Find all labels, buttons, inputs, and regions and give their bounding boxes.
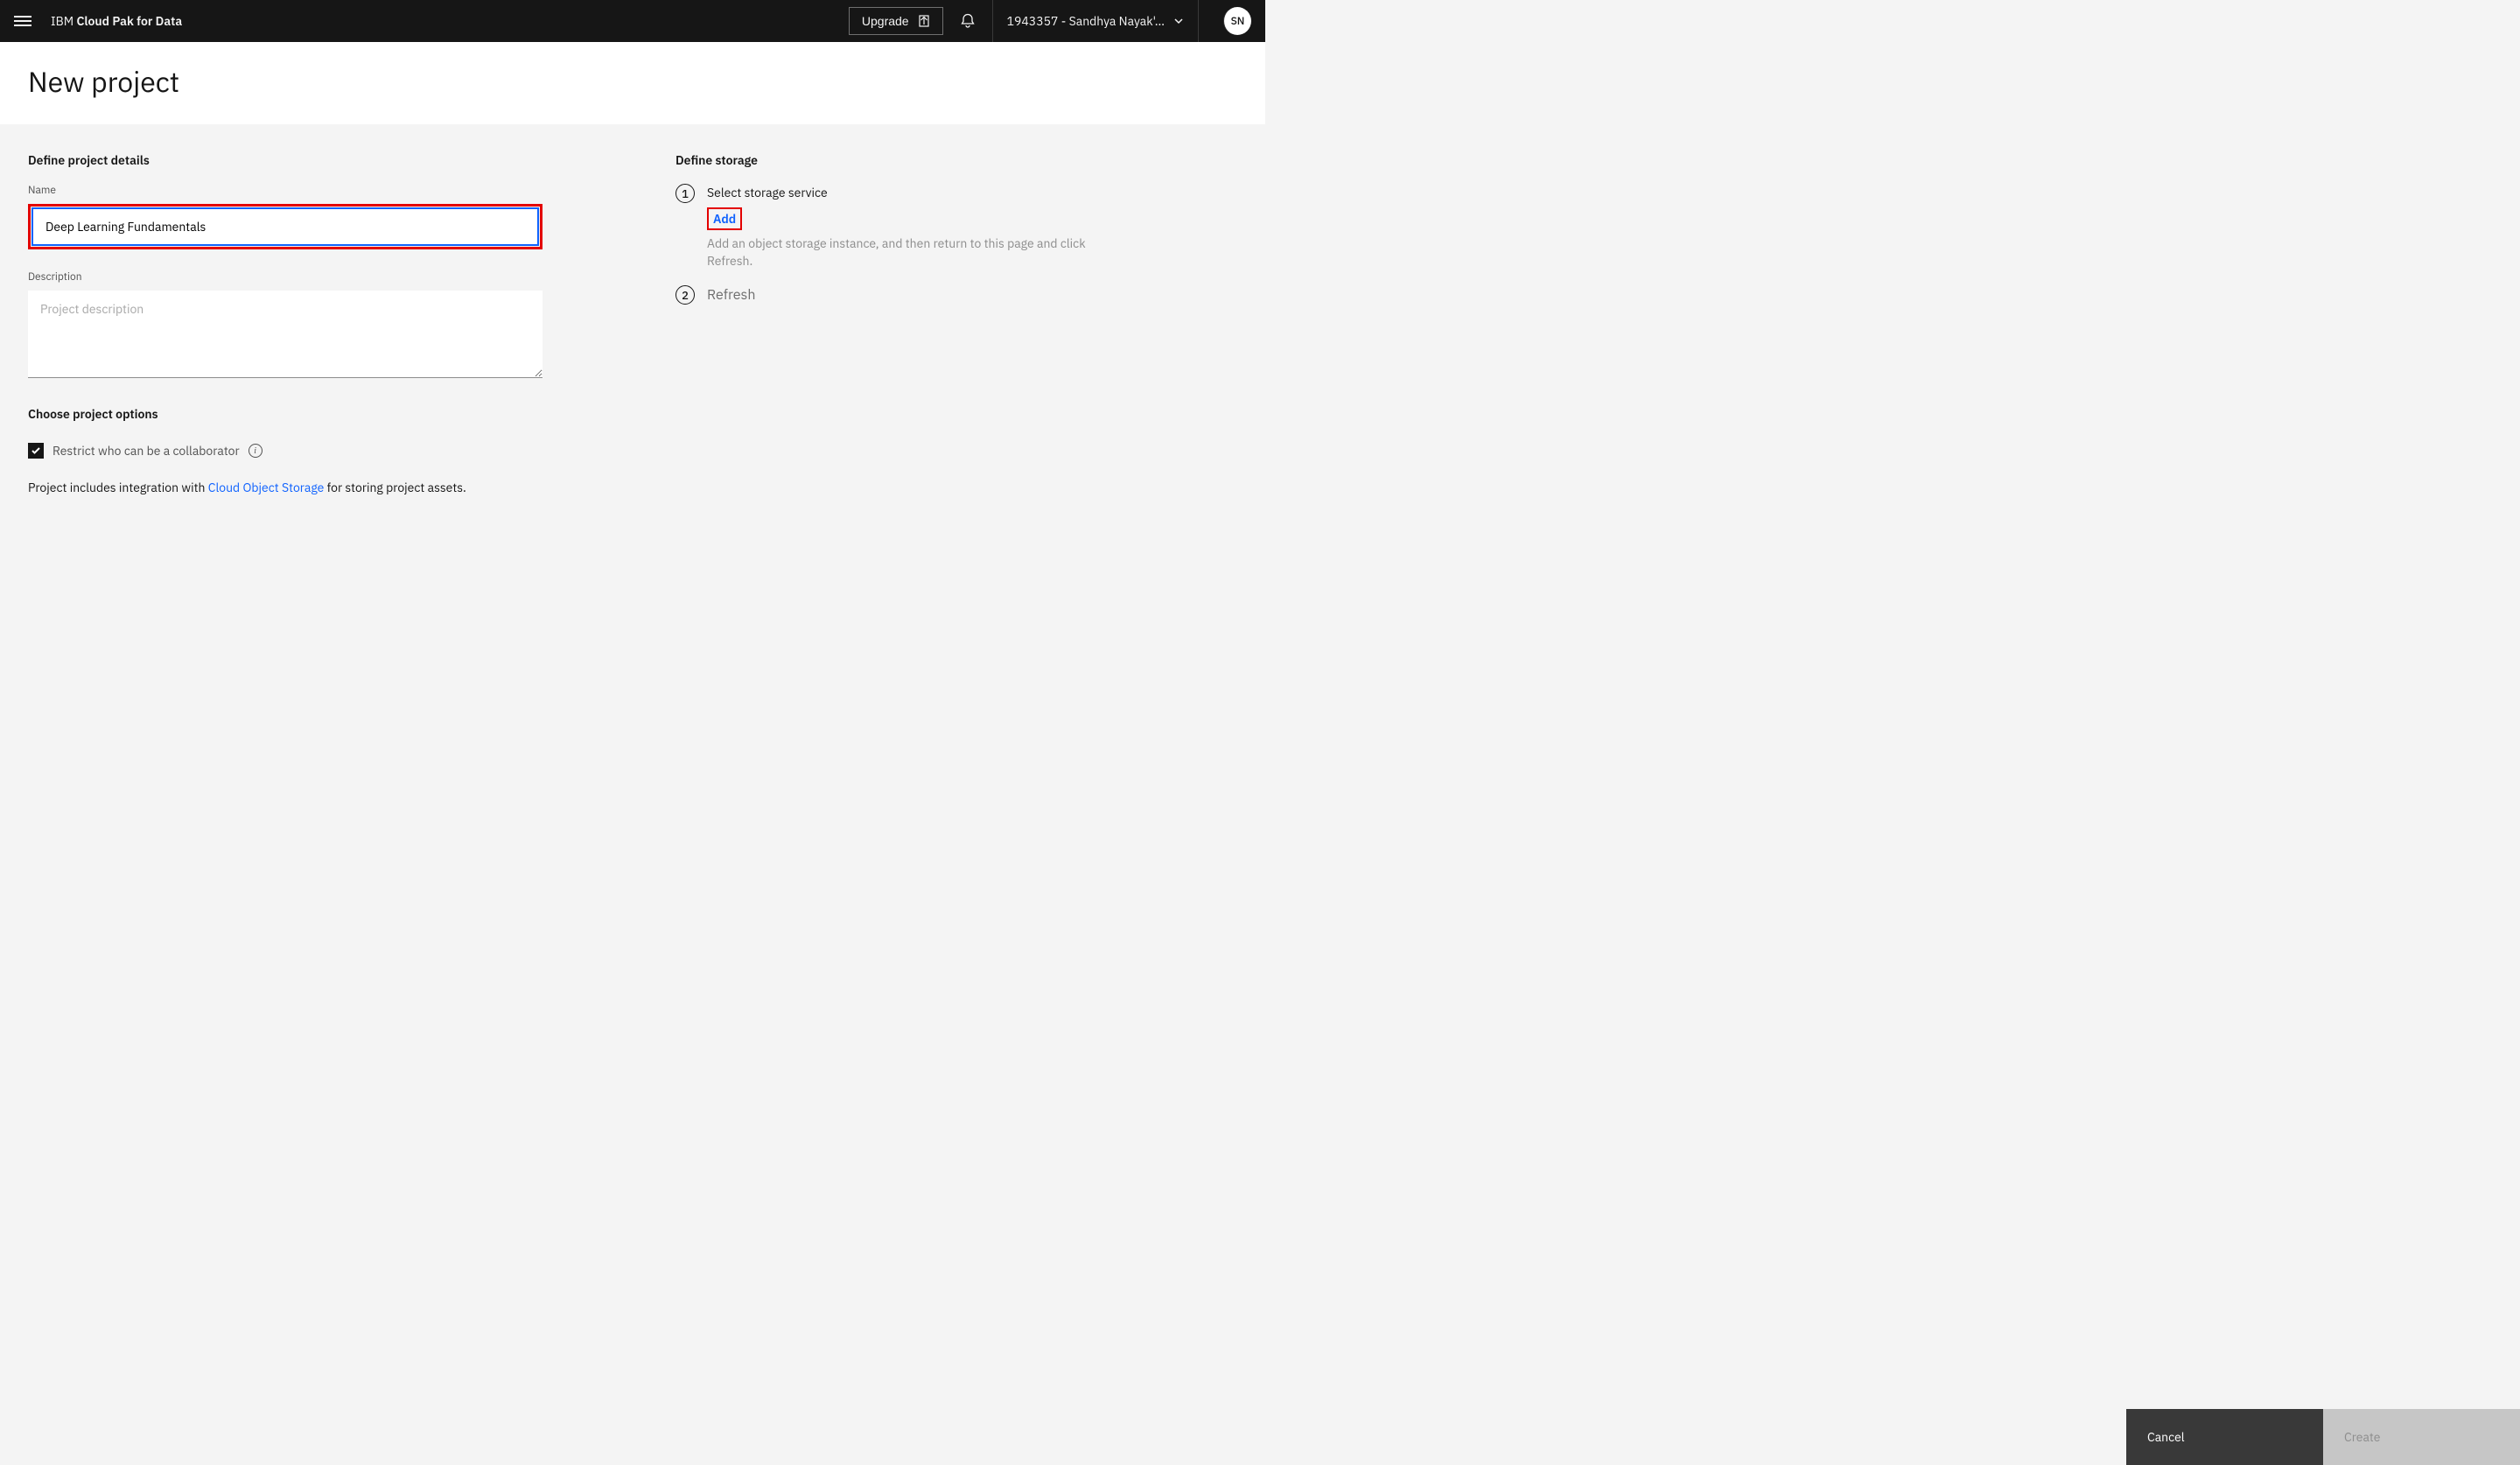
storage-step-1: 1 Select storage service Add Add an obje… (676, 184, 1237, 270)
upgrade-button[interactable]: Upgrade (849, 7, 943, 35)
avatar[interactable]: SN (1223, 7, 1251, 35)
upgrade-label: Upgrade (862, 14, 909, 28)
name-input[interactable] (32, 207, 539, 246)
info-icon[interactable]: i (248, 444, 262, 458)
chevron-down-icon (1173, 16, 1184, 26)
step-1-help: Add an object storage instance, and then… (707, 235, 1101, 270)
options-heading: Choose project options (28, 406, 542, 422)
step-number-2: 2 (676, 285, 695, 305)
restrict-checkbox[interactable] (28, 443, 44, 459)
page-title: New project (28, 63, 1237, 100)
integration-text: Project includes integration with Cloud … (28, 480, 542, 495)
page-title-area: New project (0, 42, 1265, 124)
notification-icon[interactable] (959, 12, 976, 30)
restrict-label: Restrict who can be a collaborator (52, 443, 240, 459)
menu-icon[interactable] (14, 12, 32, 30)
storage-step-2: 2 Refresh (676, 285, 1237, 311)
details-heading: Define project details (28, 152, 542, 168)
storage-heading: Define storage (676, 152, 1237, 168)
create-button[interactable]: Create (2323, 1409, 2520, 1465)
upgrade-arrow-icon (918, 15, 930, 27)
account-switcher[interactable]: 1943357 - Sandhya Nayak'… (992, 0, 1198, 42)
description-label: Description (28, 270, 542, 284)
cloud-object-storage-link[interactable]: Cloud Object Storage (208, 480, 325, 495)
name-input-highlight (28, 204, 542, 249)
step-2-title: Refresh (707, 286, 755, 304)
brand-label: IBM Cloud Pak for Data (51, 13, 182, 29)
description-textarea[interactable] (28, 291, 542, 378)
cancel-button[interactable]: Cancel (2126, 1409, 2323, 1465)
step-number-1: 1 (676, 184, 695, 203)
add-storage-link[interactable]: Add (713, 211, 736, 227)
app-header: IBM Cloud Pak for Data Upgrade 1943357 -… (0, 0, 1265, 42)
account-label: 1943357 - Sandhya Nayak'… (1007, 13, 1165, 29)
add-link-highlight: Add (707, 207, 742, 230)
footer-actions: Cancel Create (2126, 1409, 2520, 1465)
step-1-title: Select storage service (707, 185, 1101, 200)
name-label: Name (28, 184, 542, 197)
